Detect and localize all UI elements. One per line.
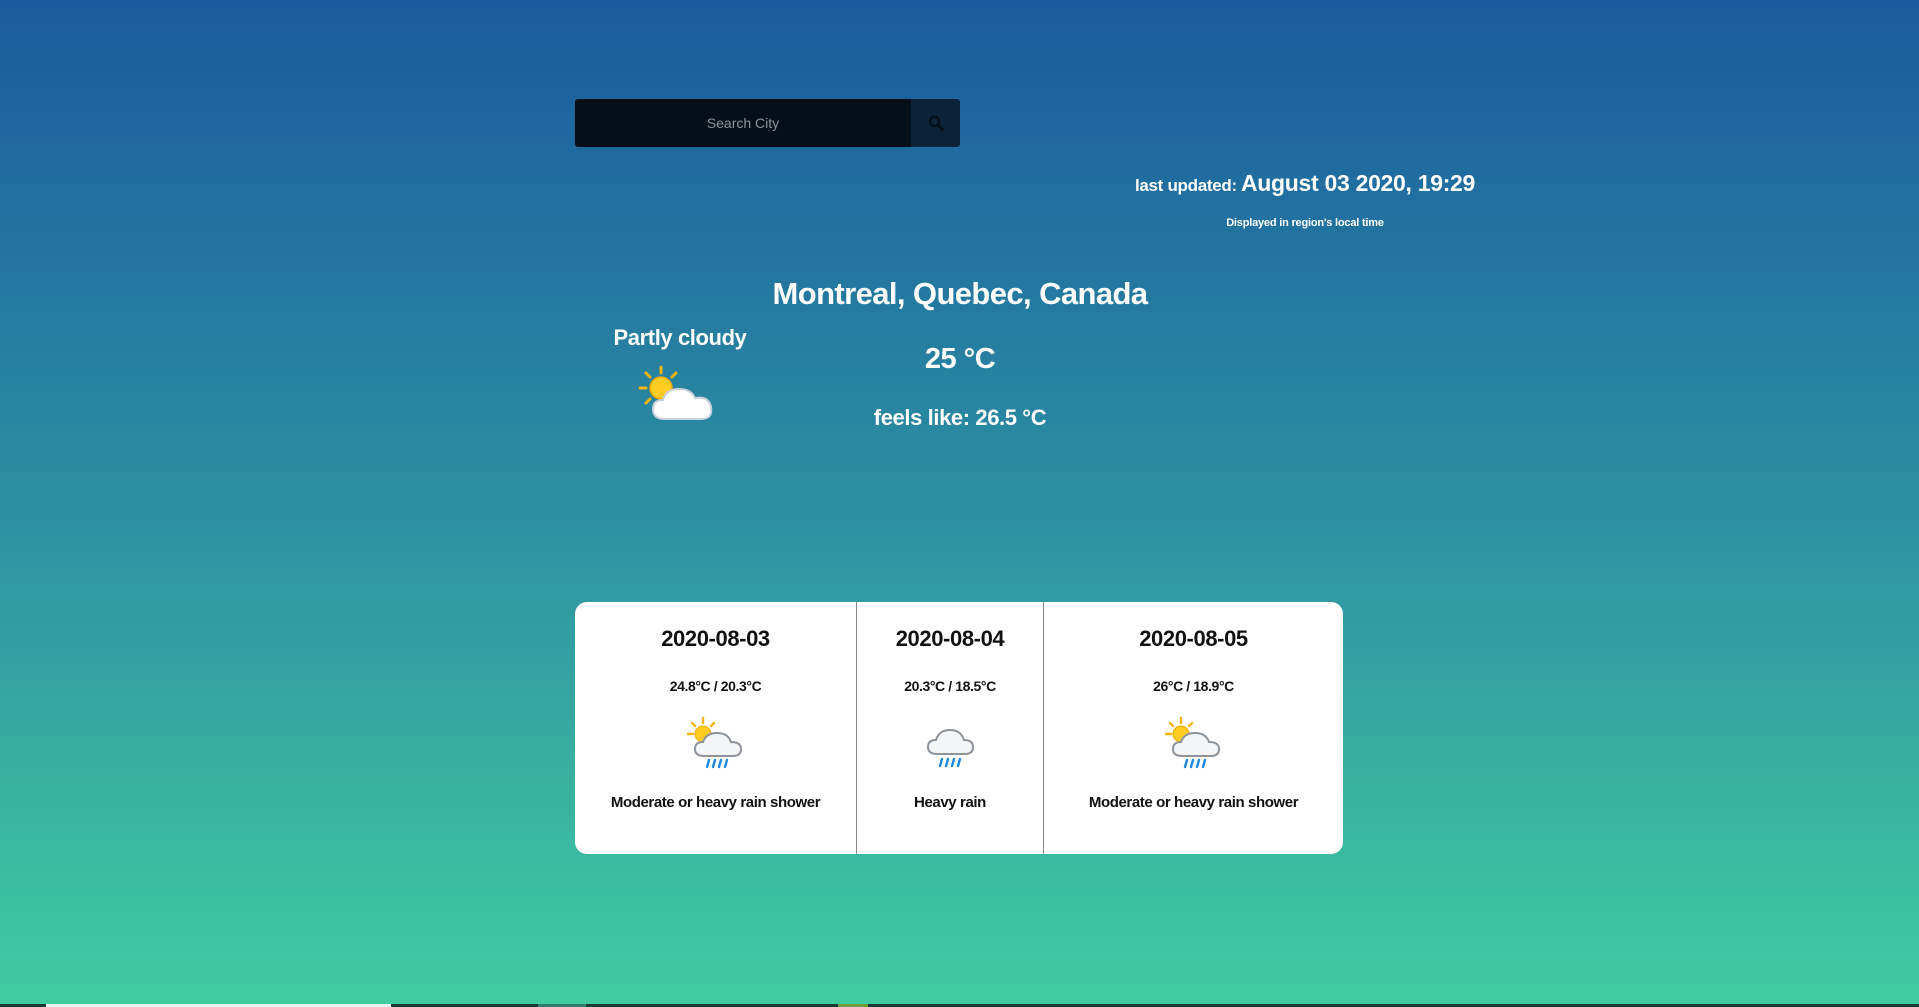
forecast-temps: 24.8°C / 20.3°C <box>669 678 762 694</box>
forecast-date: 2020-08-04 <box>895 626 1005 651</box>
sun-cloud-rain-icon <box>1164 716 1220 769</box>
forecast-temps: 26°C / 18.9°C <box>1153 678 1234 694</box>
forecast-day: 2020-08-05 26°C / 18.9°C Moderate or hea… <box>1043 602 1343 854</box>
current-condition: Partly cloudy <box>613 325 747 350</box>
last-updated: last updated: August 03 2020, 19:29 <box>1100 170 1510 197</box>
last-updated-value: August 03 2020, 19:29 <box>1241 170 1476 196</box>
feels-like: feels like: 26.5 °C <box>873 405 1047 430</box>
location-title: Montreal, Quebec, Canada <box>772 276 1149 311</box>
forecast-description: Moderate or heavy rain shower <box>1088 794 1299 811</box>
partly-cloudy-icon <box>638 365 713 420</box>
cloud-rain-icon <box>926 728 975 768</box>
search-icon <box>928 115 944 131</box>
sun-cloud-rain-icon <box>686 716 742 769</box>
local-time-note: Displayed in region's local time <box>1226 217 1384 229</box>
last-updated-label: last updated: <box>1134 176 1237 195</box>
search-input[interactable] <box>575 99 911 147</box>
forecast-description: Moderate or heavy rain shower <box>610 794 821 811</box>
search-bar <box>575 99 960 147</box>
forecast-date: 2020-08-05 <box>1139 626 1248 651</box>
forecast-date: 2020-08-03 <box>661 626 770 651</box>
forecast-day: 2020-08-04 20.3°C / 18.5°C Heavy rain <box>856 602 1043 854</box>
forecast-day: 2020-08-03 24.8°C / 20.3°C Moderate or h… <box>575 602 856 854</box>
forecast-description: Heavy rain <box>914 794 986 811</box>
forecast-temps: 20.3°C / 18.5°C <box>904 678 996 694</box>
current-temperature: 25 °C <box>924 343 996 375</box>
forecast-card: 2020-08-03 24.8°C / 20.3°C Moderate or h… <box>575 602 1343 854</box>
search-button[interactable] <box>911 99 960 147</box>
